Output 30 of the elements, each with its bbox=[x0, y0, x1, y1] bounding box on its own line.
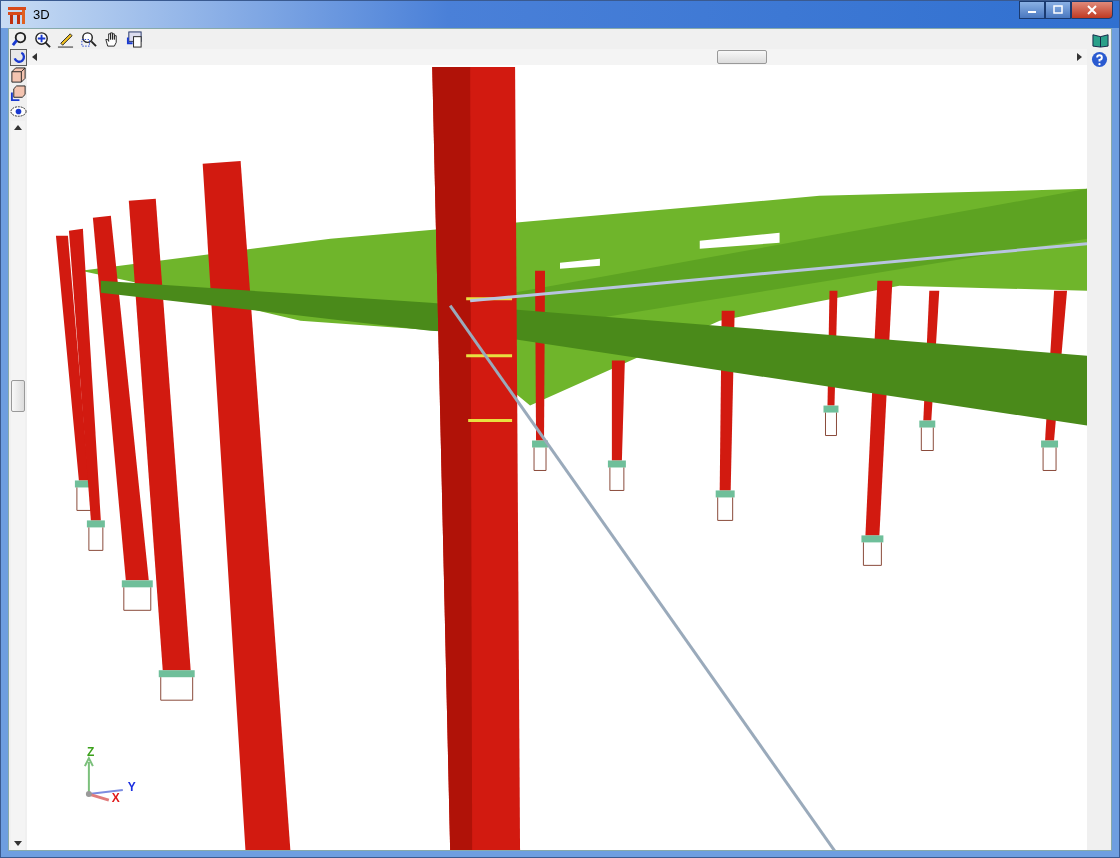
cube-icon[interactable] bbox=[9, 67, 27, 84]
frame-icon bbox=[7, 4, 27, 25]
eye-icon[interactable] bbox=[9, 103, 27, 120]
axis-label: Y bbox=[127, 780, 136, 795]
undo-view-icon[interactable] bbox=[9, 49, 27, 66]
vertical-scrollbar[interactable] bbox=[11, 121, 25, 850]
scroll-thumb[interactable] bbox=[11, 380, 25, 412]
zoom-window-icon[interactable] bbox=[80, 30, 97, 48]
close-button[interactable] bbox=[1071, 1, 1113, 19]
hand-icon[interactable] bbox=[103, 30, 120, 48]
minimize-button[interactable] bbox=[1019, 1, 1045, 19]
cube-rotate-icon[interactable] bbox=[9, 85, 27, 102]
axis-label: X bbox=[111, 791, 120, 806]
document-icon[interactable] bbox=[126, 30, 143, 48]
scroll-down-icon[interactable] bbox=[14, 841, 22, 847]
horizontal-scrollbar[interactable] bbox=[27, 49, 1087, 65]
3d-viewport[interactable]: Z Y X bbox=[27, 65, 1087, 850]
scroll-thumb[interactable] bbox=[717, 50, 767, 64]
maximize-icon bbox=[1053, 5, 1063, 15]
maximize-button[interactable] bbox=[1045, 1, 1071, 19]
window-title: 3D bbox=[33, 7, 50, 22]
scroll-right-icon[interactable] bbox=[1077, 53, 1083, 61]
scroll-up-icon[interactable] bbox=[14, 124, 22, 130]
help-icon[interactable] bbox=[1090, 51, 1108, 68]
scroll-left-icon[interactable] bbox=[31, 53, 37, 61]
zoom-extents-icon[interactable] bbox=[34, 30, 51, 48]
axis-label: Z bbox=[86, 745, 95, 760]
axes-icon bbox=[83, 755, 124, 802]
close-icon bbox=[1087, 5, 1097, 15]
pencil-icon[interactable] bbox=[57, 30, 74, 48]
